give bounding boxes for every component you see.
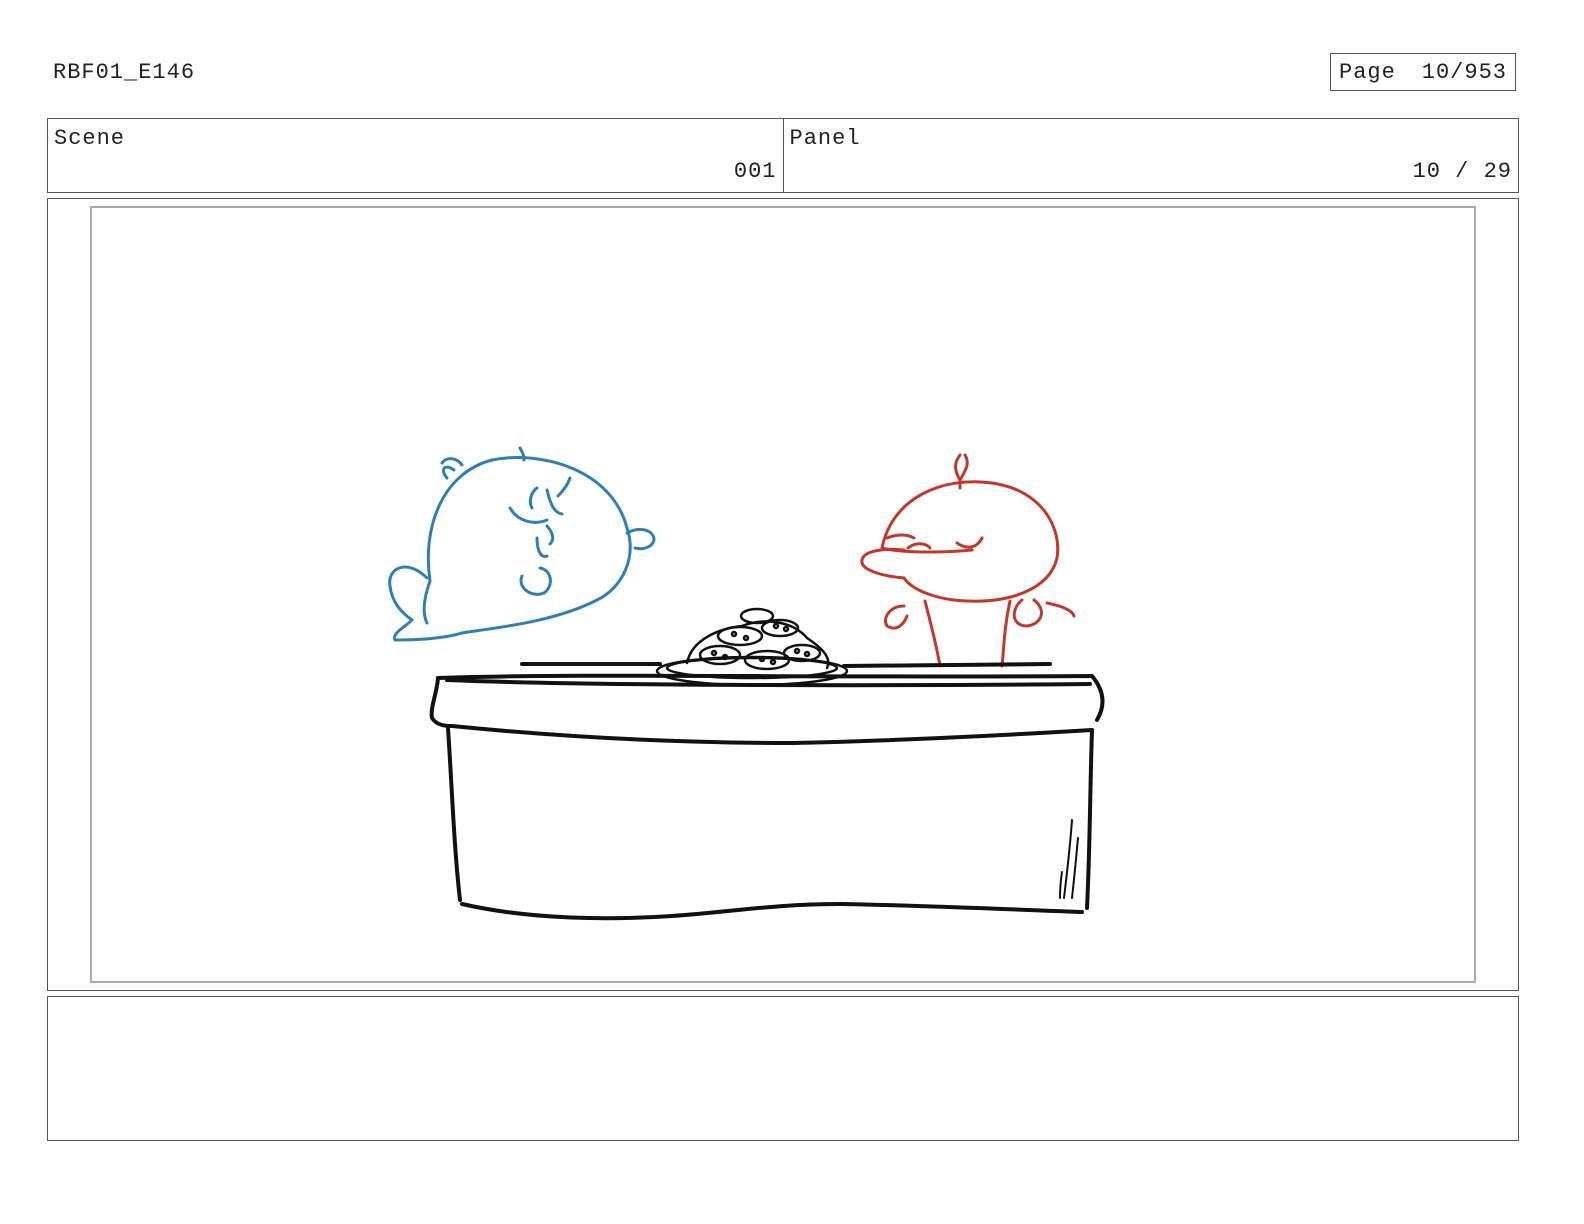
scene-cell: Scene 001	[48, 119, 783, 192]
red-character	[860, 453, 1076, 668]
page-counter: Page 10/953	[1330, 53, 1516, 91]
storyboard-sketch	[388, 446, 1105, 921]
page-label: Page	[1339, 59, 1396, 85]
storyboard-panel-frame	[47, 198, 1519, 991]
project-id: RBF01_E146	[53, 60, 196, 85]
panel-cell: Panel 10 / 29	[782, 119, 1519, 192]
storyboard-drawing-area	[90, 206, 1476, 983]
panel-notes-box	[47, 996, 1519, 1141]
panel-number: 10 / 29	[1412, 159, 1512, 184]
blue-character	[388, 446, 656, 642]
scene-label: Scene	[54, 126, 126, 151]
scene-number: 001	[733, 159, 777, 184]
panel-label: Panel	[789, 126, 861, 151]
cookie-plate	[655, 607, 849, 687]
counter-desk	[429, 662, 1105, 921]
page-value: 10/953	[1421, 59, 1507, 85]
scene-panel-info: Scene 001 Panel 10 / 29	[47, 118, 1519, 193]
